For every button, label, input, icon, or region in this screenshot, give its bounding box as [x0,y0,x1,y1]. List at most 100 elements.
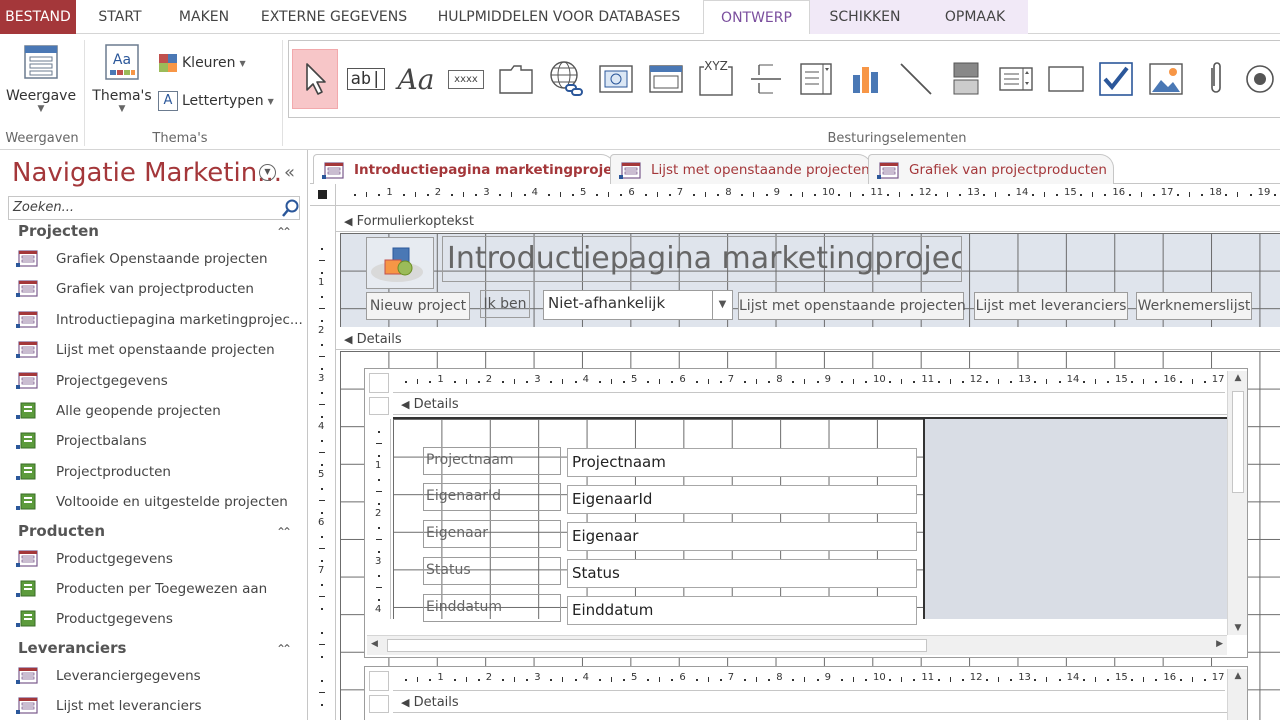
nav-item[interactable]: Grafiek van projectproducten [16,276,304,302]
nav-search-input[interactable]: Zoeken... [8,196,300,220]
label-control[interactable]: Aa [393,49,439,109]
form-header-section-bar[interactable]: ◀ Formulierkoptekst [336,212,1280,232]
nav-item[interactable]: Voltooide en uitgestelde projecten [16,489,304,515]
employee-combobox[interactable]: Niet-afhankelijk ▼ [543,290,733,320]
button-control[interactable]: xxxx [443,49,489,109]
subform-selector[interactable] [369,373,389,393]
field-textbox-eigenaar[interactable]: Eigenaar [567,522,917,551]
nav-item[interactable]: Leveranciergegevens [16,663,304,689]
field-textbox-einddatum[interactable]: Einddatum [567,596,917,625]
form-title[interactable]: Introductiepagina marketingprojecten [442,236,962,282]
subform-vertical-scrollbar[interactable]: ▲ [1227,669,1247,720]
nav-item[interactable]: Lijst met leveranciers [16,693,304,719]
tab-design[interactable]: ONTWERP [703,0,810,35]
subform-container-2[interactable]: 1 2 3 4 5 6 7 8 9 10 11 12 13 14 15 16 17 ▲ ◀ Details [364,666,1248,720]
subform-selector[interactable] [369,671,389,691]
rectangle-control[interactable] [1043,49,1089,109]
hyperlink-control[interactable] [543,49,589,109]
nav-group-header[interactable]: Projecten [18,222,99,240]
subform-details-section-bar[interactable]: ◀ Details [393,693,1227,713]
option-button-control[interactable] [1243,49,1280,109]
doc-tab-product-chart[interactable]: Grafiek van projectproducten [868,154,1114,184]
subform-section-selector[interactable] [369,695,389,713]
nav-pane-title[interactable]: Navigatie Marketin... [12,158,282,188]
open-projects-list-button[interactable]: Lijst met openstaande projecten [738,292,966,320]
suppliers-list-button[interactable]: Lijst met leveranciers [974,292,1128,320]
navigation-control[interactable] [643,49,689,109]
search-icon[interactable] [280,198,300,218]
doc-tab-open-projects[interactable]: Lijst met openstaande projecten [610,154,872,184]
field-label-einddatum[interactable]: Einddatum [423,594,561,622]
collapse-group-icon[interactable]: ⌃⌃ [276,642,292,656]
nav-item[interactable]: Projectgegevens [16,368,304,394]
nav-item[interactable]: Projectproducten [16,459,304,485]
details-section-bar[interactable]: ◀ Details [336,330,1280,350]
scrollbar-thumb[interactable] [387,639,927,652]
page-break-control[interactable] [743,49,789,109]
scroll-right-arrow-icon[interactable]: ▶ [1216,639,1223,649]
field-label-eigenaar[interactable]: Eigenaar [423,520,561,548]
employees-list-button[interactable]: Werknemerslijst [1136,292,1252,320]
field-textbox-status[interactable]: Status [567,559,917,588]
collapse-group-icon[interactable]: ⌃⌃ [276,525,292,539]
tab-database-tools[interactable]: HULPMIDDELEN VOOR DATABASES [424,0,694,34]
view-button[interactable]: Weergave ▼ [4,40,78,126]
doc-tab-intro[interactable]: Introductiepagina marketingprojecten [313,154,646,185]
tab-file[interactable]: BESTAND [0,0,76,34]
tab-start[interactable]: START [82,0,158,34]
nav-item[interactable]: Projectbalans [16,428,304,454]
fonts-button[interactable]: A Lettertypen ▼ [158,90,274,112]
listbox-control[interactable] [993,49,1039,109]
image-control[interactable] [1143,49,1189,109]
scrollbar-thumb[interactable] [1232,391,1244,493]
nav-item[interactable]: Productgegevens [16,606,304,632]
subform-container[interactable]: 1 2 3 4 5 6 7 8 9 10 11 12 13 14 15 16 17 ◀ Details 1234… [364,368,1248,658]
tab-make[interactable]: MAKEN [164,0,244,34]
scroll-up-arrow-icon[interactable]: ▲ [1228,373,1248,383]
nav-group-header[interactable]: Producten [18,522,105,540]
checkbox-control[interactable] [1093,49,1139,109]
tab-arrange[interactable]: SCHIKKEN [816,0,914,34]
scroll-left-arrow-icon[interactable]: ◀ [371,639,378,649]
nav-collapse-icon[interactable]: « [284,162,295,183]
field-label-status[interactable]: Status [423,557,561,585]
scroll-up-arrow-icon[interactable]: ▲ [1228,671,1248,681]
nav-item[interactable]: Lijst met openstaande projecten [16,337,304,363]
collapse-group-icon[interactable]: ⌃⌃ [276,225,292,239]
select-pointer-control[interactable] [292,49,338,109]
field-label-projectnaam[interactable]: Projectnaam [423,447,561,475]
field-textbox-projectnaam[interactable]: Projectnaam [567,448,917,477]
subform-section-selector[interactable] [369,397,389,415]
textbox-control[interactable]: ab| [343,49,389,109]
scroll-down-arrow-icon[interactable]: ▼ [1228,623,1248,633]
nav-item[interactable]: Productgegevens [16,546,304,572]
line-control[interactable] [893,49,939,109]
new-project-button[interactable]: Nieuw project [366,292,470,320]
form-selector[interactable] [310,184,336,206]
option-group-control[interactable]: XYZ [693,49,739,109]
chart-control[interactable] [843,49,889,109]
nav-item[interactable]: Alle geopende projecten [16,398,304,424]
form-logo[interactable] [366,237,434,289]
subform-vertical-scrollbar[interactable]: ▲ ▼ [1227,371,1247,635]
attachment-control[interactable] [1193,49,1239,109]
web-browser-control[interactable] [593,49,639,109]
subform-details-section-bar[interactable]: ◀ Details [393,395,1227,415]
tab-control[interactable] [493,49,539,109]
combobox-control[interactable] [793,49,839,109]
nav-item[interactable]: Producten per Toegewezen aan [16,576,304,602]
nav-item[interactable]: Introductiepagina marketingprojec... [16,307,304,333]
field-label-eigenaarid[interactable]: EigenaarId [423,483,561,511]
nav-group-header[interactable]: Leveranciers [18,639,126,657]
chevron-down-icon[interactable]: ▼ [712,291,732,319]
toggle-button-control[interactable] [943,49,989,109]
tab-format[interactable]: OPMAAK [924,0,1026,34]
subform-horizontal-scrollbar[interactable]: ◀ ▶ [367,635,1227,655]
nav-item[interactable]: Grafiek Openstaande projecten [16,246,304,272]
themes-button[interactable]: Aa Thema's ▼ [90,40,154,126]
field-textbox-eigenaarid[interactable]: EigenaarId [567,485,917,514]
i-am-label[interactable]: Ik ben [480,290,530,318]
tab-external-data[interactable]: EXTERNE GEGEVENS [254,0,414,34]
colors-button[interactable]: Kleuren ▼ [158,52,246,74]
nav-menu-icon[interactable]: ▼ [259,164,276,181]
